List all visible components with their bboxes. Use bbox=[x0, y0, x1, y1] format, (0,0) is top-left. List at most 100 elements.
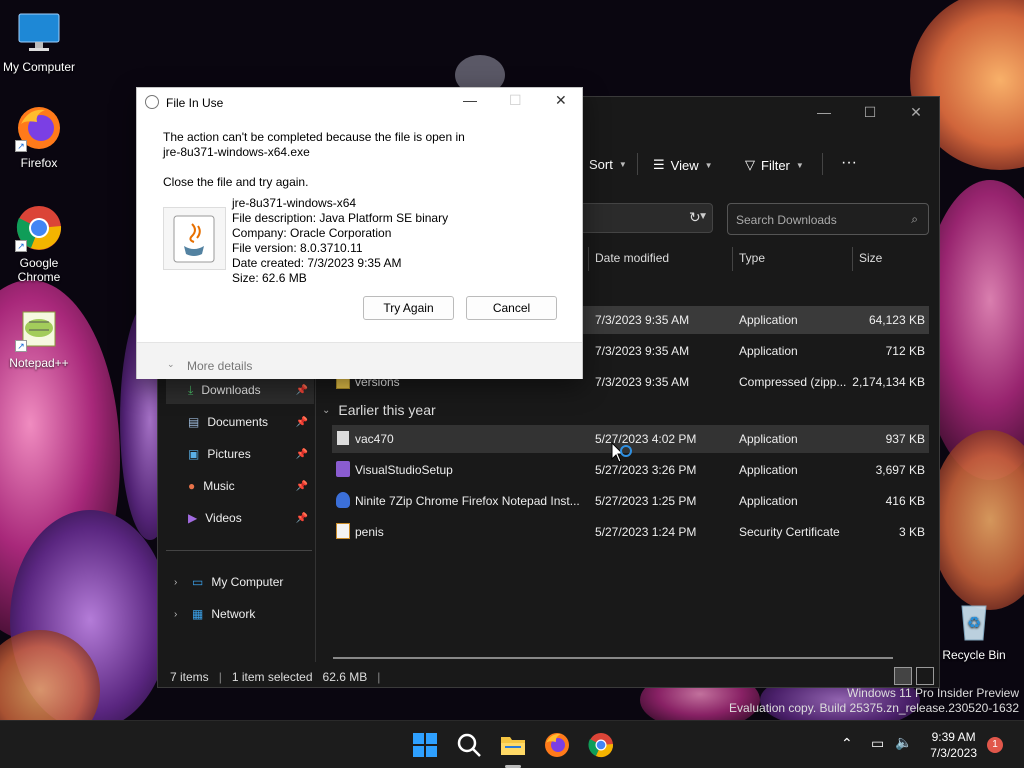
desktop-icon-my-computer[interactable]: My Computer bbox=[1, 8, 77, 74]
tiles-view-icon[interactable] bbox=[916, 667, 934, 685]
nav-item-music[interactable]: ● Music 📌 bbox=[166, 472, 314, 500]
desktop-icon-label: Notepad++ bbox=[9, 356, 69, 370]
pin-icon: 📌 bbox=[295, 384, 308, 396]
nav-item-documents[interactable]: ▤ Documents 📌 bbox=[166, 408, 314, 436]
maximize-icon: ☐ bbox=[509, 92, 522, 108]
chevron-down-icon: ⌄ bbox=[167, 359, 175, 369]
refresh-icon[interactable]: ↻ bbox=[689, 209, 701, 226]
file-description: File description: Java Platform SE binar… bbox=[232, 211, 449, 225]
file-row[interactable]: Ninite 7Zip Chrome Firefox Notepad Inst.… bbox=[332, 487, 929, 515]
filter-button[interactable]: ▽ Filter ▼ bbox=[745, 157, 804, 173]
filter-label: Filter bbox=[761, 157, 790, 173]
status-separator: | bbox=[218, 670, 222, 684]
nav-item-my-computer[interactable]: › ▭ My Computer bbox=[166, 568, 314, 596]
network-tray-icon[interactable]: ▭ bbox=[871, 735, 884, 752]
horizontal-scrollbar[interactable] bbox=[333, 657, 893, 659]
more-options-button[interactable]: ··· bbox=[841, 154, 857, 172]
chevron-down-icon: ▼ bbox=[618, 160, 627, 169]
try-again-button[interactable]: Try Again bbox=[363, 296, 454, 320]
view-button[interactable]: ☰ View ▼ bbox=[653, 157, 713, 173]
shortcut-arrow-icon: ↗ bbox=[15, 240, 27, 252]
desktop-icon-firefox[interactable]: ↗ Firefox bbox=[1, 104, 77, 170]
file-in-use-dialog[interactable]: File In Use — ☐ ✕ The action can't be co… bbox=[136, 87, 583, 379]
file-explorer-icon[interactable] bbox=[499, 731, 527, 759]
more-details-toggle[interactable]: ⌄ More details bbox=[137, 342, 582, 379]
svg-text:♻: ♻ bbox=[967, 613, 981, 632]
chevron-up-icon[interactable]: ⌃ bbox=[841, 735, 853, 752]
minimize-icon[interactable]: — bbox=[463, 92, 477, 108]
java-file-icon bbox=[163, 207, 226, 270]
nav-item-videos[interactable]: ▶ Videos 📌 bbox=[166, 504, 314, 532]
column-header-type[interactable]: Type bbox=[739, 251, 765, 265]
chevron-right-icon[interactable]: › bbox=[174, 609, 177, 620]
file-size: Size: 62.6 MB bbox=[232, 271, 307, 285]
cancel-button[interactable]: Cancel bbox=[466, 296, 557, 320]
chevron-right-icon[interactable]: › bbox=[174, 577, 177, 588]
group-header-earlier[interactable]: ⌄ Earlier this year bbox=[322, 402, 436, 418]
details-view-icon[interactable] bbox=[894, 667, 912, 685]
desktop-icon-notepadpp[interactable]: ↗ Notepad++ bbox=[1, 304, 77, 370]
notification-badge[interactable]: 1 bbox=[987, 737, 1003, 753]
start-icon[interactable] bbox=[411, 731, 439, 759]
visual-studio-icon bbox=[336, 461, 350, 477]
status-bar: 7 items | 1 item selected 62.6 MB | bbox=[170, 670, 380, 684]
status-selection-size: 62.6 MB bbox=[322, 670, 368, 684]
dialog-file-details: jre-8u371-windows-x64 File description: … bbox=[232, 196, 448, 286]
search-input[interactable]: Search Downloads ⌕ bbox=[727, 203, 929, 235]
shortcut-arrow-icon: ↗ bbox=[15, 340, 27, 352]
search-icon: ⌕ bbox=[911, 212, 918, 226]
sort-label: Sort bbox=[589, 157, 613, 172]
monitor-icon bbox=[15, 8, 63, 56]
desktop-icon-google-chrome[interactable]: ↗ Google Chrome bbox=[1, 204, 77, 284]
column-divider bbox=[732, 247, 733, 271]
document-icon: ▤ bbox=[188, 415, 200, 429]
desktop-icon-label: My Computer bbox=[2, 60, 76, 74]
status-item-count: 7 items bbox=[170, 670, 209, 684]
view-label: View bbox=[670, 157, 699, 173]
column-header-size[interactable]: Size bbox=[859, 251, 882, 265]
nav-divider bbox=[166, 550, 312, 551]
toolbar-divider bbox=[637, 153, 638, 175]
ninite-icon bbox=[336, 492, 350, 508]
minimize-icon[interactable]: — bbox=[801, 97, 847, 127]
firefox-icon[interactable] bbox=[543, 731, 571, 759]
nav-item-pictures[interactable]: ▣ Pictures 📌 bbox=[166, 440, 314, 468]
videos-icon: ▶ bbox=[188, 511, 198, 525]
column-divider bbox=[852, 247, 853, 271]
taskbar-clock[interactable]: 9:39 AM 7/3/2023 bbox=[930, 729, 977, 761]
chevron-down-icon: ⌄ bbox=[322, 404, 331, 416]
pin-icon: 📌 bbox=[295, 416, 308, 428]
notepadpp-icon: ↗ bbox=[15, 304, 63, 352]
nav-item-network[interactable]: › ▦ Network bbox=[166, 600, 314, 628]
firefox-icon: ↗ bbox=[15, 104, 63, 152]
close-icon[interactable]: ✕ bbox=[893, 97, 939, 127]
file-company: Company: Oracle Corporation bbox=[232, 226, 392, 240]
recycle-bin-icon: ♻ bbox=[950, 596, 998, 644]
status-selection: 1 item selected bbox=[231, 670, 313, 684]
close-icon[interactable]: ✕ bbox=[555, 92, 567, 109]
nav-item-downloads[interactable]: ⤓ Downloads 📌 bbox=[166, 376, 314, 404]
sort-button[interactable]: Sort ▼ bbox=[589, 157, 627, 172]
file-row[interactable]: penis 5/27/2023 1:24 PM Security Certifi… bbox=[332, 518, 929, 546]
chrome-icon[interactable] bbox=[587, 731, 615, 759]
search-icon[interactable] bbox=[455, 731, 483, 759]
watermark-edition: Windows 11 Pro Insider Preview bbox=[847, 686, 1019, 700]
monitor-icon: ▭ bbox=[192, 575, 204, 589]
music-icon: ● bbox=[188, 479, 196, 493]
shortcut-arrow-icon: ↗ bbox=[15, 140, 27, 152]
desktop-icon-label: Firefox bbox=[20, 156, 58, 170]
pin-icon: 📌 bbox=[295, 512, 308, 524]
dialog-message-line1: The action can't be completed because th… bbox=[163, 130, 465, 144]
clock-date: 7/3/2023 bbox=[930, 746, 977, 760]
app-exe-icon bbox=[336, 430, 350, 446]
pin-icon: 📌 bbox=[295, 448, 308, 460]
network-icon: ▦ bbox=[192, 607, 204, 621]
volume-icon[interactable]: 🔈 bbox=[895, 734, 912, 751]
chrome-icon: ↗ bbox=[15, 204, 63, 252]
maximize-icon[interactable]: ☐ bbox=[847, 97, 893, 127]
desktop-icon-label: Google Chrome bbox=[17, 256, 61, 284]
search-placeholder: Search Downloads bbox=[736, 213, 837, 227]
desktop-icon-recycle-bin[interactable]: ♻ Recycle Bin bbox=[936, 596, 1012, 662]
column-header-date[interactable]: Date modified bbox=[595, 251, 669, 265]
file-date-created: Date created: 7/3/2023 9:35 AM bbox=[232, 256, 402, 270]
